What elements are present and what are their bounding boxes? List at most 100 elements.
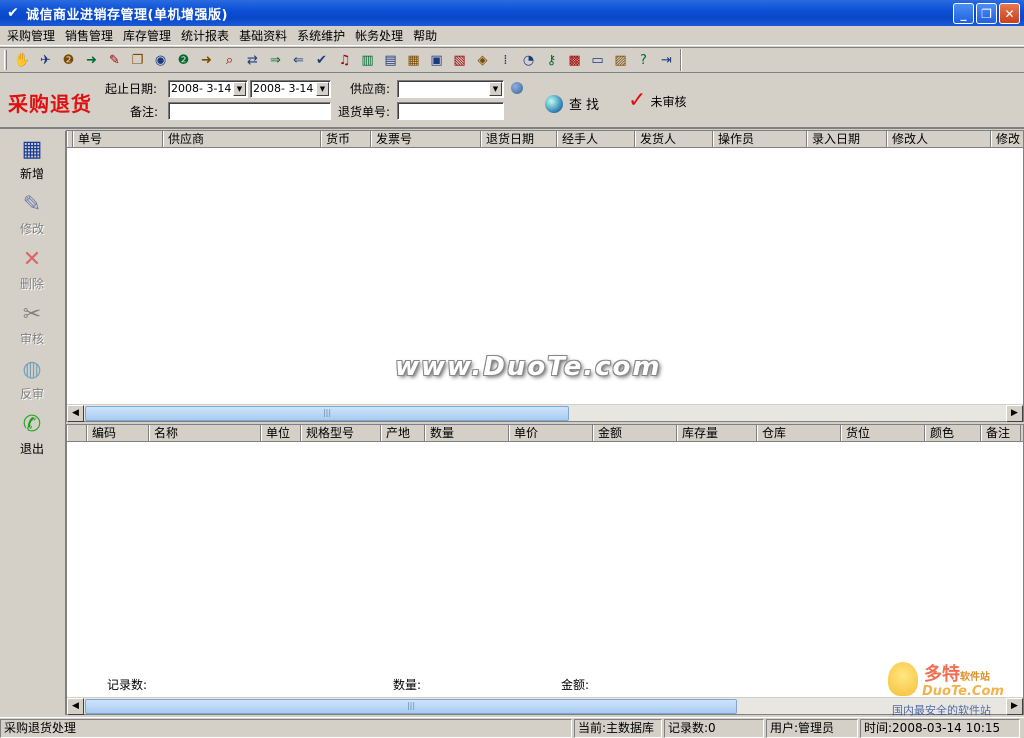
status-module: 采购退货处理 (0, 719, 572, 738)
toolbar-button-grid-dots[interactable]: ⁞ (494, 49, 517, 71)
scroll-thumb[interactable]: ||| (85, 699, 737, 714)
date-from-picker[interactable]: 2008- 3-14 ▼ (168, 80, 248, 98)
column-header[interactable]: 发票号 (371, 131, 481, 147)
column-header[interactable]: 名称 (149, 425, 261, 441)
column-header[interactable]: 库存量 (677, 425, 757, 441)
find-button[interactable]: 查找 (545, 94, 603, 113)
menu-sales[interactable]: 销售管理 (60, 27, 118, 44)
menu-accounts[interactable]: 帐务处理 (350, 27, 408, 44)
menu-purchase[interactable]: 采购管理 (2, 27, 60, 44)
toolbar-button-stock-in[interactable]: ⇒ (264, 49, 287, 71)
toolbar-button-table[interactable]: ▧ (448, 49, 471, 71)
scroll-thumb[interactable]: ||| (85, 406, 569, 421)
toolbar-button-detective[interactable]: ◔ (517, 49, 540, 71)
restore-button[interactable]: ❐ (976, 3, 997, 24)
scroll-left-icon[interactable]: ◀ (67, 405, 84, 422)
sidebar-cancel-audit-button[interactable]: ◍ 反审 (0, 351, 64, 406)
column-header[interactable]: 退货日期 (481, 131, 557, 147)
menu-inventory[interactable]: 库存管理 (118, 27, 176, 44)
menu-help[interactable]: 帮助 (408, 27, 442, 44)
toolbar-button-bar-chart[interactable]: ▥ (356, 49, 379, 71)
menu-system[interactable]: 系统维护 (292, 27, 350, 44)
return-no-input[interactable] (397, 102, 504, 120)
toolbar-button-runner[interactable]: ✈ (34, 49, 57, 71)
toolbar-button-stock-out[interactable]: ⇐ (287, 49, 310, 71)
column-header[interactable]: 操作员 (713, 131, 807, 147)
column-header[interactable]: 单价 (509, 425, 593, 441)
column-header[interactable]: 金额 (593, 425, 677, 441)
toolbar-button-money-bag[interactable]: ◉ (149, 49, 172, 71)
toolbar-button-transfer[interactable]: ⇄ (241, 49, 264, 71)
toolbar-button-coins[interactable]: ◈ (471, 49, 494, 71)
toolbar-button-clipboard[interactable]: ❐ (126, 49, 149, 71)
sidebar-audit-button[interactable]: ✂ 审核 (0, 296, 64, 351)
summary-records-label: 记录数: (107, 678, 148, 692)
minimize-button[interactable]: _ (953, 3, 974, 24)
column-header[interactable]: 发货人 (635, 131, 713, 147)
toolbar-button-org-chart[interactable]: ▣ (425, 49, 448, 71)
toolbar-button-purchase-in[interactable]: ➜ (80, 49, 103, 71)
column-header[interactable]: 供应商 (163, 131, 321, 147)
date-to-dropdown-icon[interactable]: ▼ (316, 82, 329, 96)
column-header[interactable]: 单号 (73, 131, 163, 147)
supplier-select[interactable]: ▼ (397, 80, 504, 98)
column-header[interactable]: 录入日期 (807, 131, 887, 147)
calendar-icon: ▨ (614, 52, 627, 68)
column-header[interactable]: 经手人 (557, 131, 635, 147)
monitor-icon: ▭ (591, 52, 604, 68)
column-header[interactable]: 修改 (991, 131, 1023, 147)
column-header[interactable]: 货位 (841, 425, 925, 441)
supplier-dropdown-icon[interactable]: ▼ (489, 82, 502, 96)
return-list-hscrollbar[interactable]: ◀ ||| ▶ (67, 404, 1023, 422)
exit-door-icon: ⇥ (661, 52, 672, 68)
column-header[interactable]: 编码 (87, 425, 149, 441)
find-label: 查找 (569, 98, 604, 113)
scroll-right-icon[interactable]: ▶ (1006, 405, 1023, 422)
sidebar-edit-button[interactable]: ✎ 修改 (0, 186, 64, 241)
column-header[interactable]: 备注 (981, 425, 1021, 441)
note-input[interactable] (168, 102, 331, 120)
sidebar-delete-button[interactable]: ✕ 删除 (0, 241, 64, 296)
toolbar-button-edit-doc[interactable]: ✎ (103, 49, 126, 71)
menu-basic-data[interactable]: 基础资料 (234, 27, 292, 44)
toolbar-button-calculator[interactable]: ▩ (563, 49, 586, 71)
toolbar-button-books[interactable]: ▤ (379, 49, 402, 71)
toolbar-button-sales-order[interactable]: ❷ (172, 49, 195, 71)
close-button[interactable]: ✕ (999, 3, 1020, 24)
toolbar-grip[interactable] (4, 50, 7, 70)
title-bar[interactable]: ✔ 诚信商业进销存管理(单机增强版) _ ❐ ✕ (0, 0, 1024, 26)
toolbar-button-inventory-search[interactable]: ⌕ (218, 49, 241, 71)
menu-reports[interactable]: 统计报表 (176, 27, 234, 44)
mascot-icon (888, 662, 918, 696)
toolbar-button-handshake[interactable]: ✋ (11, 49, 34, 71)
toolbar-button-check-doc[interactable]: ✔ (310, 49, 333, 71)
column-header[interactable]: 规格型号 (301, 425, 381, 441)
date-from-dropdown-icon[interactable]: ▼ (233, 82, 246, 96)
column-header[interactable]: 货币 (321, 131, 371, 147)
toolbar-button-calendar[interactable]: ▨ (609, 49, 632, 71)
return-detail-hscrollbar[interactable]: ◀ ||| ▶ (67, 697, 1023, 715)
return-detail-grid[interactable]: 编码 名称 单位 规格型号 产地 数量 单价 金额 库存量 仓库 货位 颜色 备注 记录数: 数量: 金… (66, 424, 1024, 715)
column-header[interactable]: 产地 (381, 425, 425, 441)
toolbar-button-purchase-order[interactable]: ❷ (57, 49, 80, 71)
scroll-left-icon[interactable]: ◀ (67, 698, 84, 715)
column-header[interactable]: 仓库 (757, 425, 841, 441)
supplier-lookup-globe-icon[interactable] (511, 82, 523, 94)
column-header[interactable]: 颜色 (925, 425, 981, 441)
toolbar-button-column-chart[interactable]: ▦ (402, 49, 425, 71)
table-icon: ▧ (453, 52, 466, 68)
sidebar-new-button[interactable]: ▦ 新增 (0, 131, 64, 186)
toolbar: ✋ ✈ ❷ ➜ ✎ ❐ ◉ ❷ ➜ ⌕ ⇄ ⇒ ⇐ ✔ ♫ ▥ ▤ ▦ ▣ ▧ ◈ ⁞ ◔ ⚷ ▩ ▭ ▨? ⇥ (0, 47, 1024, 73)
unaudited-toggle[interactable]: ✓ 未审核 (628, 90, 686, 112)
toolbar-button-help-question[interactable]: ? (632, 49, 655, 71)
date-to-picker[interactable]: 2008- 3-14 ▼ (250, 80, 331, 98)
toolbar-button-sales-out[interactable]: ➜ (195, 49, 218, 71)
toolbar-button-exit-door[interactable]: ⇥ (655, 49, 678, 71)
toolbar-button-monitor[interactable]: ▭ (586, 49, 609, 71)
column-header[interactable]: 数量 (425, 425, 509, 441)
column-header[interactable]: 单位 (261, 425, 301, 441)
sidebar-exit-button[interactable]: ✆ 退出 (0, 406, 64, 461)
toolbar-button-bell[interactable]: ♫ (333, 49, 356, 71)
toolbar-button-key[interactable]: ⚷ (540, 49, 563, 71)
column-header[interactable]: 修改人 (887, 131, 991, 147)
